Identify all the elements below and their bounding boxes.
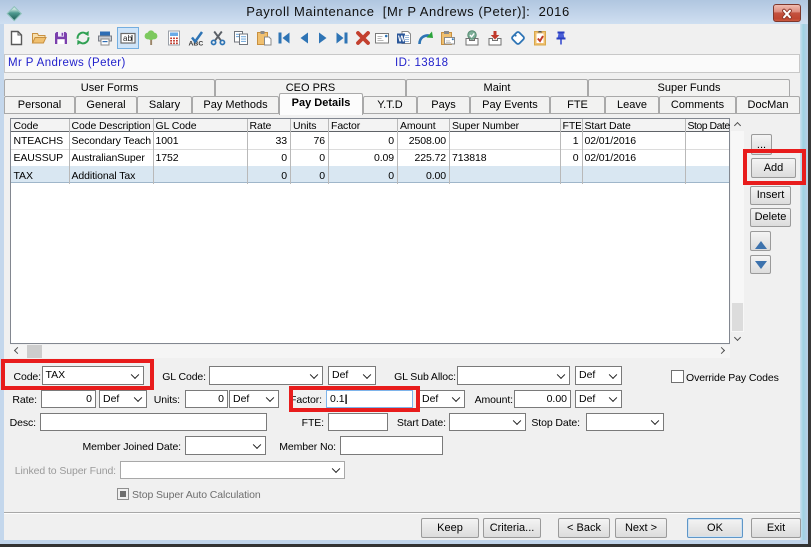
svg-text:W: W: [398, 35, 406, 44]
svg-text:ab: ab: [123, 34, 132, 43]
